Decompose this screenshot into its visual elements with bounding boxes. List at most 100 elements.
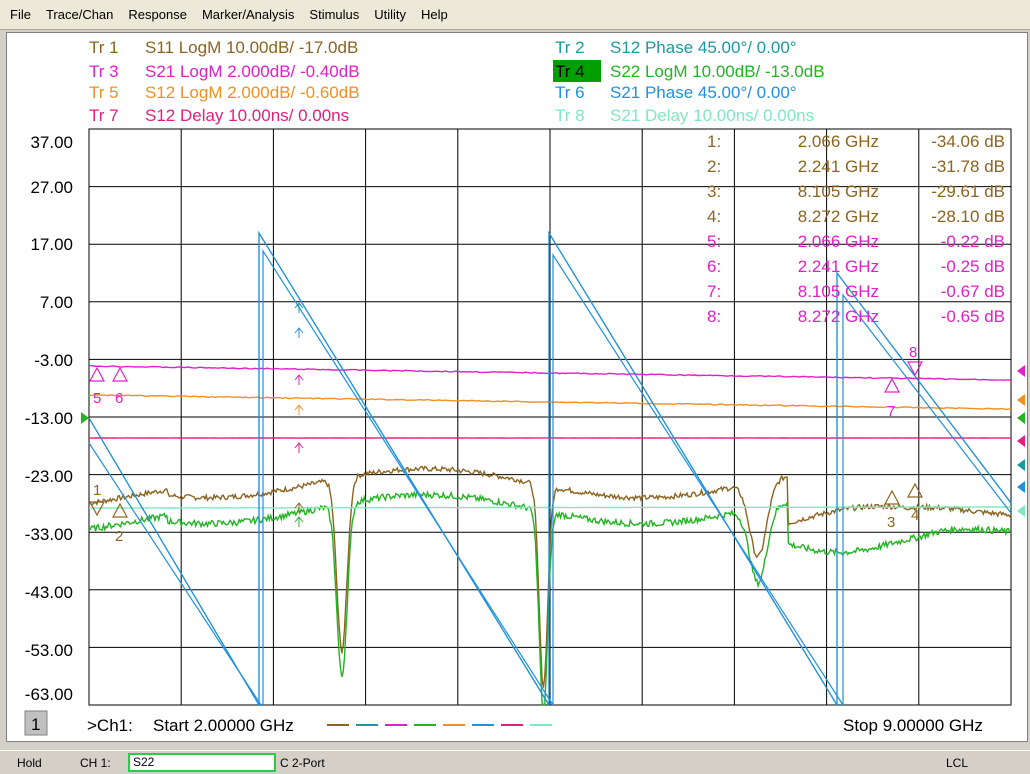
marker-freq: 2.066 GHz (798, 232, 879, 251)
trace-param-6: S21 Phase 45.00°/ 0.00° (610, 83, 797, 102)
trace-legend-3[interactable]: Tr 3 S21 LogM 2.000dB/ -0.40dB (89, 62, 360, 81)
marker-flags: 5 6 1 2 7 8 3 4 (88, 302, 924, 545)
trace-legend-8[interactable]: Tr 8 S21 Delay 10.00ns/ 0.00ns (555, 106, 814, 125)
trace-legend-5[interactable]: Tr 5 S12 LogM 2.000dB/ -0.60dB (89, 83, 360, 102)
ref-arrow-right-6 (1017, 505, 1025, 517)
marker-num: 7: (707, 282, 721, 301)
marker-flag-8[interactable] (906, 361, 924, 377)
ref-arrow-right-5 (1017, 481, 1025, 493)
marker-readout-table: 1: 2.066 GHz -34.06 dB 2: 2.241 GHz -31.78 dB… (707, 132, 1005, 326)
menu-trace-chan[interactable]: Trace/Chan (46, 7, 113, 22)
trace-legend-7[interactable]: Tr 7 S12 Delay 10.00ns/ 0.00ns (89, 106, 349, 125)
marker-row-7[interactable]: 7: 8.105 GHz -0.67 dB (707, 282, 1005, 301)
marker-flag-5[interactable] (88, 366, 106, 382)
ref-arrow-right-4 (1017, 459, 1025, 471)
marker-row-1[interactable]: 1: 2.066 GHz -34.06 dB (707, 132, 1005, 151)
marker-freq: 8.272 GHz (798, 207, 879, 226)
trace-param-8: S21 Delay 10.00ns/ 0.00ns (610, 106, 814, 125)
marker-flag-7[interactable] (883, 377, 901, 393)
marker-num: 4: (707, 207, 721, 226)
status-bar: Hold CH 1: S22 C 2-Port LCL (0, 750, 1030, 774)
marker-value: -28.10 dB (931, 207, 1005, 226)
ref-arrow-right-1 (1017, 394, 1025, 406)
marker-row-8[interactable]: 8: 8.272 GHz -0.65 dB (707, 307, 1005, 326)
marker-arrow-3 (294, 404, 304, 415)
marker-value: -0.25 dB (941, 257, 1005, 276)
marker-flag-6[interactable] (111, 366, 129, 382)
marker-value: -0.65 dB (941, 307, 1005, 326)
y-label-10: -63.00 (25, 685, 73, 704)
trace-id-5: Tr 5 (89, 83, 119, 102)
status-measurement-text: S22 (133, 755, 155, 769)
trace-id-6: Tr 6 (555, 83, 585, 102)
status-hold: Hold (17, 756, 42, 770)
menu-stimulus[interactable]: Stimulus (309, 7, 359, 22)
marker-tag-8: 8 (909, 344, 917, 361)
marker-arrow-1 (294, 327, 304, 338)
marker-row-5[interactable]: 5: 2.066 GHz -0.22 dB (707, 232, 1005, 251)
analyzer-display[interactable]: Tr 1 S11 LogM 10.00dB/ -17.0dB Tr 3 S21 … (6, 32, 1028, 742)
trace-legend-2[interactable]: Tr 2 S12 Phase 45.00°/ 0.00° (555, 38, 797, 57)
marker-row-2[interactable]: 2: 2.241 GHz -31.78 dB (707, 157, 1005, 176)
status-channel: CH 1: (80, 756, 111, 770)
marker-tag-4: 4 (911, 507, 919, 524)
trace-legend-4[interactable]: Tr 4 S22 LogM 10.00dB/ -13.0dB (553, 60, 825, 82)
menu-marker-analysis[interactable]: Marker/Analysis (202, 7, 294, 22)
trace-param-7: S12 Delay 10.00ns/ 0.00ns (145, 106, 349, 125)
y-label-2: 17.00 (30, 235, 73, 254)
trace-param-2: S12 Phase 45.00°/ 0.00° (610, 38, 797, 57)
y-label-6: -23.00 (25, 467, 73, 486)
marker-freq: 2.241 GHz (798, 157, 879, 176)
marker-tag-6: 6 (115, 390, 123, 407)
trace-param-1: S11 LogM 10.00dB/ -17.0dB (145, 38, 358, 57)
marker-value: -0.67 dB (941, 282, 1005, 301)
analyzer-svg: Tr 1 S11 LogM 10.00dB/ -17.0dB Tr 3 S21 … (24, 38, 1025, 736)
marker-row-3[interactable]: 3: 8.105 GHz -29.61 dB (707, 182, 1005, 201)
trace-id-3: Tr 3 (89, 62, 119, 81)
marker-arrow-6 (294, 516, 304, 527)
ref-arrow-right-0 (1017, 365, 1025, 377)
y-label-8: -43.00 (25, 583, 73, 602)
ref-arrow-right-2 (1017, 412, 1025, 424)
marker-num: 5: (707, 232, 721, 251)
y-label-0: 37.00 (30, 133, 73, 152)
marker-freq: 8.105 GHz (798, 182, 879, 201)
marker-arrow-2 (294, 374, 304, 385)
marker-freq: 8.105 GHz (798, 282, 879, 301)
marker-num: 6: (707, 257, 721, 276)
marker-value: -34.06 dB (931, 132, 1005, 151)
y-label-4: -3.00 (34, 351, 73, 370)
marker-freq: 8.272 GHz (798, 307, 879, 326)
marker-value: -29.61 dB (931, 182, 1005, 201)
y-label-3: 7.00 (40, 293, 73, 312)
trace-param-4: S22 LogM 10.00dB/ -13.0dB (610, 62, 825, 81)
status-measurement[interactable]: S22 (128, 753, 276, 772)
marker-flag-4[interactable] (906, 482, 924, 498)
trace-id-4: Tr 4 (555, 62, 585, 81)
trace-legend-1[interactable]: Tr 1 S11 LogM 10.00dB/ -17.0dB (89, 38, 358, 57)
marker-num: 2: (707, 157, 721, 176)
marker-flag-2[interactable] (111, 502, 129, 518)
trace-param-3: S21 LogM 2.000dB/ -0.40dB (145, 62, 360, 81)
marker-flag-3[interactable] (883, 489, 901, 505)
stop-frequency[interactable]: Stop 9.00000 GHz (843, 716, 983, 735)
menu-file[interactable]: File (10, 7, 31, 22)
marker-value: -31.78 dB (931, 157, 1005, 176)
marker-tag-3: 3 (887, 514, 895, 531)
marker-row-6[interactable]: 6: 2.241 GHz -0.25 dB (707, 257, 1005, 276)
y-label-1: 27.00 (30, 178, 73, 197)
marker-num: 1: (707, 132, 721, 151)
menu-bar: File Trace/Chan Response Marker/Analysis… (0, 0, 1030, 30)
y-label-7: -33.00 (25, 525, 73, 544)
marker-freq: 2.066 GHz (798, 132, 879, 151)
trace-id-8: Tr 8 (555, 106, 585, 125)
menu-help[interactable]: Help (421, 7, 448, 22)
trace-legend-6[interactable]: Tr 6 S21 Phase 45.00°/ 0.00° (555, 83, 797, 102)
trace-id-2: Tr 2 (555, 38, 585, 57)
channel-number: 1 (31, 715, 40, 734)
marker-row-4[interactable]: 4: 8.272 GHz -28.10 dB (707, 207, 1005, 226)
marker-num: 8: (707, 307, 721, 326)
start-frequency[interactable]: Start 2.00000 GHz (153, 716, 294, 735)
menu-utility[interactable]: Utility (374, 7, 406, 22)
menu-response[interactable]: Response (128, 7, 187, 22)
